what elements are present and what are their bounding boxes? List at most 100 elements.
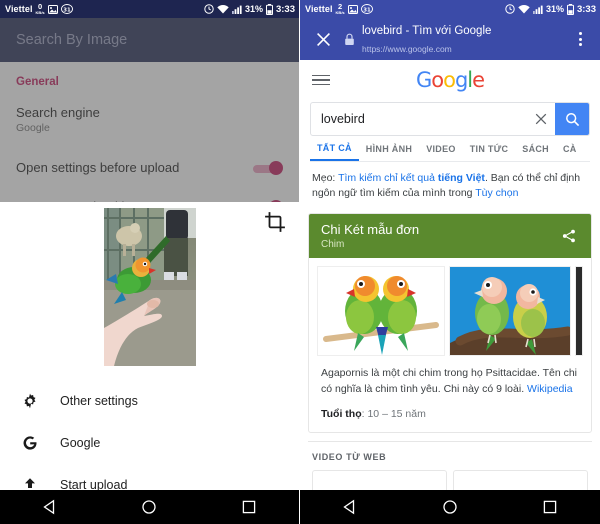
search-input[interactable]: lovebird [311, 112, 527, 126]
action-label: Google [60, 436, 101, 450]
result-type-tabs: TẤT CẢ HÌNH ẢNH VIDEO TIN TỨC SÁCH CÀ [310, 136, 590, 162]
knowledge-image-1[interactable] [317, 266, 445, 357]
knowledge-card-body: Agapornis là một chi chim trong họ Psitt… [309, 362, 591, 432]
logo-letter-o2: o [443, 68, 456, 92]
clear-x-icon[interactable] [527, 113, 555, 125]
net-speed-unit: KB/s [35, 9, 45, 15]
knowledge-image-3-partial[interactable] [575, 266, 583, 357]
share-icon[interactable] [559, 229, 579, 243]
video-card[interactable] [312, 469, 447, 490]
net-speed-indicator: 2 KB/s [336, 3, 345, 15]
back-triangle-icon[interactable] [28, 499, 72, 515]
knowledge-card-fact-lifespan: Tuổi thọ: 10 – 15 năm [321, 408, 579, 420]
recents-square-icon[interactable] [227, 499, 271, 515]
video-card-row [312, 469, 588, 490]
image-icon [347, 4, 358, 14]
close-icon[interactable] [308, 32, 338, 47]
battery-icon [265, 3, 273, 15]
notification-count-icon: 31 [360, 4, 373, 14]
image-icon [47, 4, 58, 14]
carrier-label: Viettel [5, 4, 33, 14]
tip-bold: tiếng Việt [437, 172, 485, 184]
search-box[interactable]: lovebird [310, 102, 590, 136]
tab-books[interactable]: SÁCH [515, 136, 556, 161]
knowledge-card-description: Agapornis là một chi chim trong họ Psitt… [321, 366, 579, 398]
battery-percent-label: 31% [545, 4, 564, 14]
search-icon[interactable] [555, 103, 589, 135]
alarm-icon [204, 4, 214, 14]
knowledge-card-heading: Chi Két mẫu đơn Chim [321, 222, 559, 250]
status-bar-right-group: 31% 3:33 [204, 3, 295, 15]
action-label: Other settings [60, 394, 138, 408]
system-nav-bar-right [300, 490, 600, 524]
video-card[interactable] [453, 469, 588, 490]
clock-label: 3:33 [576, 3, 596, 15]
signal-icon [231, 5, 242, 14]
page-url: https://www.google.com [362, 44, 452, 54]
knowledge-card-images [309, 258, 591, 362]
dot [578, 43, 582, 46]
tip-link-text: Tìm kiếm chỉ kết quả [338, 172, 438, 184]
carrier-label: Viettel [305, 4, 333, 14]
tip-link-options[interactable]: Tùy chọn [475, 187, 518, 199]
back-triangle-icon[interactable] [328, 499, 372, 515]
signal-icon [532, 5, 543, 14]
logo-letter-g2: g [454, 68, 468, 92]
alarm-icon [505, 4, 515, 14]
notification-count-icon: 31 [60, 4, 73, 14]
page-title: lovebird - Tìm với Google [362, 25, 492, 37]
tab-images[interactable]: HÌNH ẢNH [359, 136, 419, 161]
net-speed-unit: KB/s [335, 9, 345, 15]
action-other-settings[interactable]: Other settings [0, 380, 299, 422]
status-bar-left: Viettel 0 KB/s 31 31% 3:33 [0, 0, 299, 18]
home-circle-icon[interactable] [428, 499, 472, 515]
video-section-title: VIDEO TỪ WEB [312, 451, 387, 462]
wifi-icon [518, 4, 530, 14]
overflow-menu-icon[interactable] [568, 32, 592, 46]
google-header: Google [300, 60, 600, 96]
left-screen: Viettel 0 KB/s 31 31% 3:33 Other setting… [0, 0, 300, 524]
knowledge-card-subtitle: Chim [321, 239, 345, 251]
status-bar-right-group: 31% 3:33 [505, 3, 596, 15]
tab-more[interactable]: CÀ [556, 136, 576, 161]
crop-icon[interactable] [265, 212, 285, 232]
custom-tab-toolbar: lovebird - Tìm với Google https://www.go… [300, 18, 600, 60]
clock-label: 3:33 [275, 3, 295, 15]
home-circle-icon[interactable] [127, 499, 171, 515]
status-bar-left-group: Viettel 2 KB/s 31 [305, 3, 373, 15]
knowledge-card: Chi Két mẫu đơn Chim Agapornis là một ch… [308, 213, 592, 433]
logo-letter-e: e [472, 68, 485, 92]
svg-text:31: 31 [363, 7, 371, 13]
battery-percent-label: 31% [244, 4, 263, 14]
uploaded-photo-preview[interactable] [104, 208, 196, 366]
knowledge-image-2[interactable] [449, 266, 571, 357]
net-speed-indicator: 0 KB/s [36, 3, 45, 15]
knowledge-card-header: Chi Két mẫu đơn Chim [309, 214, 591, 259]
wikipedia-link[interactable]: Wikipedia [527, 383, 573, 395]
language-tip: Mẹo: Tìm kiếm chỉ kết quả tiếng Việt. Bạ… [300, 162, 600, 211]
google-results-page: Google lovebird TẤT CẢ HÌNH ẢNH VIDEO TI… [300, 60, 600, 490]
battery-icon [566, 3, 574, 15]
action-google[interactable]: Google [0, 422, 299, 464]
dot [578, 37, 582, 41]
tab-video[interactable]: VIDEO [419, 136, 463, 161]
address-bar[interactable]: lovebird - Tìm với Google https://www.go… [362, 21, 568, 57]
gear-icon [18, 393, 42, 409]
tab-news[interactable]: TIN TỨC [463, 136, 516, 161]
wifi-icon [217, 4, 229, 14]
tip-link-vietnamese[interactable]: Tìm kiếm chỉ kết quả tiếng Việt [338, 172, 485, 184]
fact-label: Tuổi thọ [321, 407, 362, 420]
svg-text:31: 31 [63, 7, 71, 13]
scrim-overlay[interactable] [0, 18, 299, 202]
action-list: Other settings Google Start upload [0, 380, 299, 506]
image-preview-dialog: Other settings Google Start upload [0, 202, 299, 492]
recents-square-icon[interactable] [528, 499, 572, 515]
logo-letter-g: G [415, 68, 432, 92]
google-g-icon [18, 435, 42, 451]
tab-all[interactable]: TẤT CẢ [310, 136, 359, 161]
status-bar-right: Viettel 2 KB/s 31 31% 3:33 [300, 0, 600, 18]
logo-letter-o1: o [431, 68, 444, 92]
status-bar-left-group: Viettel 0 KB/s 31 [5, 3, 73, 15]
tip-prefix: Mẹo: [312, 172, 339, 184]
video-from-web-section: VIDEO TỪ WEB [308, 440, 592, 490]
